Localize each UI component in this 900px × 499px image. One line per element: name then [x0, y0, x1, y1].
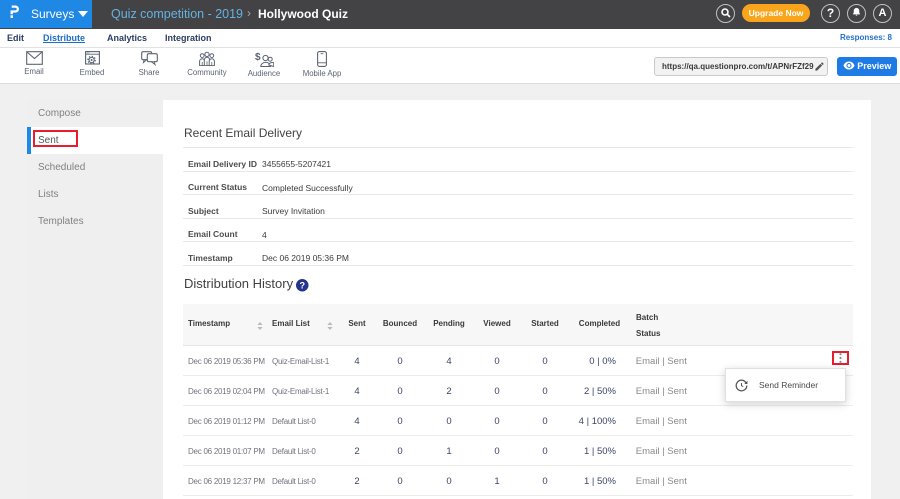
svg-text:?: ?	[299, 281, 305, 291]
svg-text:$: $	[255, 52, 261, 63]
